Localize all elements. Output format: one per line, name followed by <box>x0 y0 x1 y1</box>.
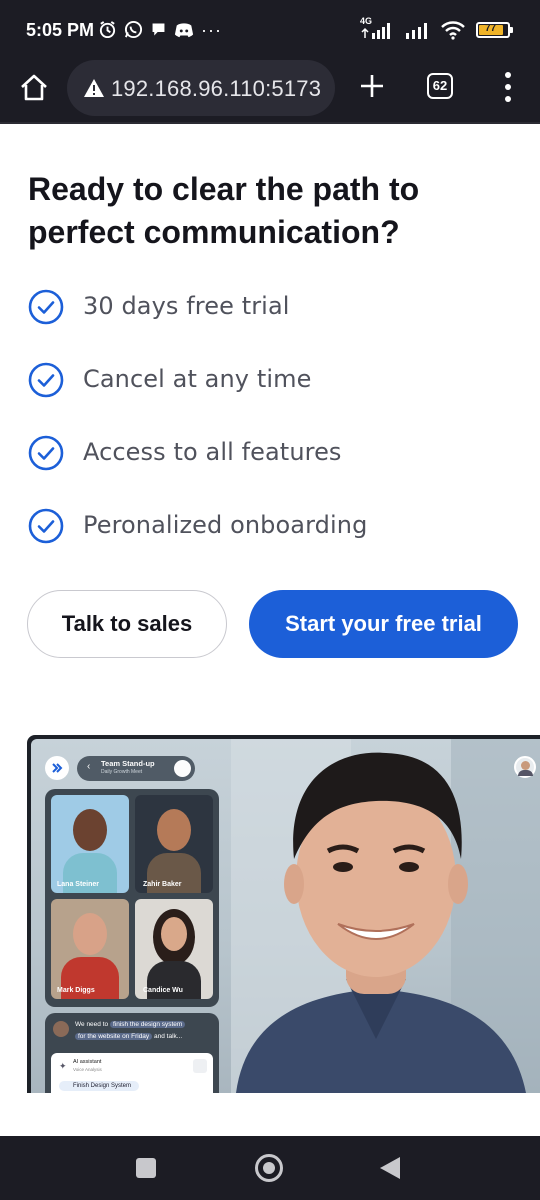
system-icons: 4G 77 <box>360 16 513 40</box>
status-time: 5:05 PM <box>26 20 95 40</box>
signal-icon-2 <box>406 23 427 39</box>
participant-name: Zahir Baker <box>143 881 182 888</box>
talk-to-sales-button[interactable]: Talk to sales <box>27 590 227 658</box>
chat-prefix: We need to <box>75 1021 109 1028</box>
participant-name: Mark Diggs <box>57 987 95 994</box>
chat-suffix: and talk... <box>154 1033 183 1040</box>
home-icon[interactable] <box>18 72 50 104</box>
meeting-subtitle: Daily Growth Meet <box>101 769 143 775</box>
edit-icon[interactable] <box>193 1059 207 1073</box>
status-bar: 5:05 PM ··· 4G 77 <box>0 0 540 56</box>
chat-avatar <box>53 1021 69 1037</box>
signal-icon <box>361 23 390 39</box>
task-chip[interactable]: Finish Design System <box>59 1081 140 1091</box>
user-avatar[interactable] <box>514 756 536 778</box>
meeting-header-pill: ‹ Team Stand-up Daily Growth Meet <box>77 756 195 781</box>
back-chevron-icon[interactable]: ‹ <box>87 761 90 772</box>
feature-list: 30 days free trial Cancel at any time Ac… <box>28 286 518 578</box>
sparkle-icon: ✦ <box>59 1061 67 1071</box>
back-icon[interactable] <box>380 1157 400 1179</box>
url-text[interactable]: 192.168.96.110:5173 <box>111 76 321 102</box>
overflow-menu-icon[interactable] <box>498 70 518 104</box>
chat-icon <box>152 23 165 36</box>
browser-toolbar: 192.168.96.110:5173 62 <box>0 56 540 124</box>
app-logo-button[interactable] <box>45 756 69 780</box>
chat-highlight: finish the design system <box>109 1021 186 1028</box>
check-circle-icon <box>28 289 64 325</box>
meeting-title: Team Stand-up <box>101 759 155 768</box>
tab-count: 62 <box>432 78 448 93</box>
participant-grid: Lana Steiner Zahir Baker Mark Diggs Cand… <box>45 789 219 1007</box>
whatsapp-icon <box>124 20 143 39</box>
home-button-icon[interactable] <box>255 1154 283 1182</box>
new-tab-icon[interactable] <box>356 70 388 102</box>
feature-item: 30 days free trial <box>28 286 518 359</box>
check-circle-icon <box>28 508 64 544</box>
recent-apps-icon[interactable] <box>136 1158 156 1178</box>
participant-tile[interactable]: Lana Steiner <box>51 795 129 893</box>
notification-icons: ··· <box>98 20 222 39</box>
feature-label: Access to all features <box>83 438 342 466</box>
app-logo-icon <box>52 763 63 773</box>
wifi-icon <box>441 21 465 40</box>
warning-icon[interactable] <box>83 78 105 98</box>
system-nav-bar <box>0 1136 540 1200</box>
check-circle-icon <box>28 435 64 471</box>
participant-name: Lana Steiner <box>57 881 100 888</box>
tab-switcher-button[interactable]: 62 <box>427 73 453 99</box>
more-dots-icon: ··· <box>201 19 222 40</box>
app-preview-image: ‹ Team Stand-up Daily Growth Meet Lana S… <box>27 735 540 1093</box>
feature-label: Peronalized onboarding <box>83 511 368 539</box>
assistant-subtitle: Voice Analysis <box>73 1067 102 1072</box>
video-call-mockup: ‹ Team Stand-up Daily Growth Meet Lana S… <box>31 739 540 1093</box>
participant-tile[interactable]: Zahir Baker <box>135 795 213 893</box>
chat-message: We need to finish the design system for … <box>75 1019 215 1043</box>
chat-panel: We need to finish the design system for … <box>45 1013 219 1093</box>
ai-assistant-card[interactable]: ✦ AI assistant Voice Analysis Finish Des… <box>51 1053 213 1093</box>
feature-item: Cancel at any time <box>28 359 518 432</box>
feature-label: 30 days free trial <box>83 292 290 320</box>
upload-icon[interactable] <box>174 760 191 777</box>
feature-label: Cancel at any time <box>83 365 312 393</box>
alarm-icon <box>99 21 116 39</box>
participant-tile[interactable]: Candice Wu <box>135 899 213 999</box>
cell-signal-1: 4G <box>360 16 394 40</box>
main-speaker-video <box>236 752 526 1093</box>
assistant-title: AI assistant <box>73 1059 102 1065</box>
participant-name: Candice Wu <box>143 987 183 994</box>
check-circle-icon <box>28 362 64 398</box>
address-bar[interactable]: 192.168.96.110:5173 <box>67 60 335 116</box>
participant-tile[interactable]: Mark Diggs <box>51 899 129 999</box>
start-free-trial-button[interactable]: Start your free trial <box>249 590 518 658</box>
cta-headline: Ready to clear the path to perfect commu… <box>28 171 420 250</box>
feature-item: Peronalized onboarding <box>28 505 518 578</box>
battery-icon: 77 <box>476 22 513 38</box>
battery-level: 77 <box>485 23 497 34</box>
discord-icon <box>174 22 194 37</box>
chat-highlight: for the website on Friday <box>75 1033 153 1040</box>
feature-item: Access to all features <box>28 432 518 505</box>
